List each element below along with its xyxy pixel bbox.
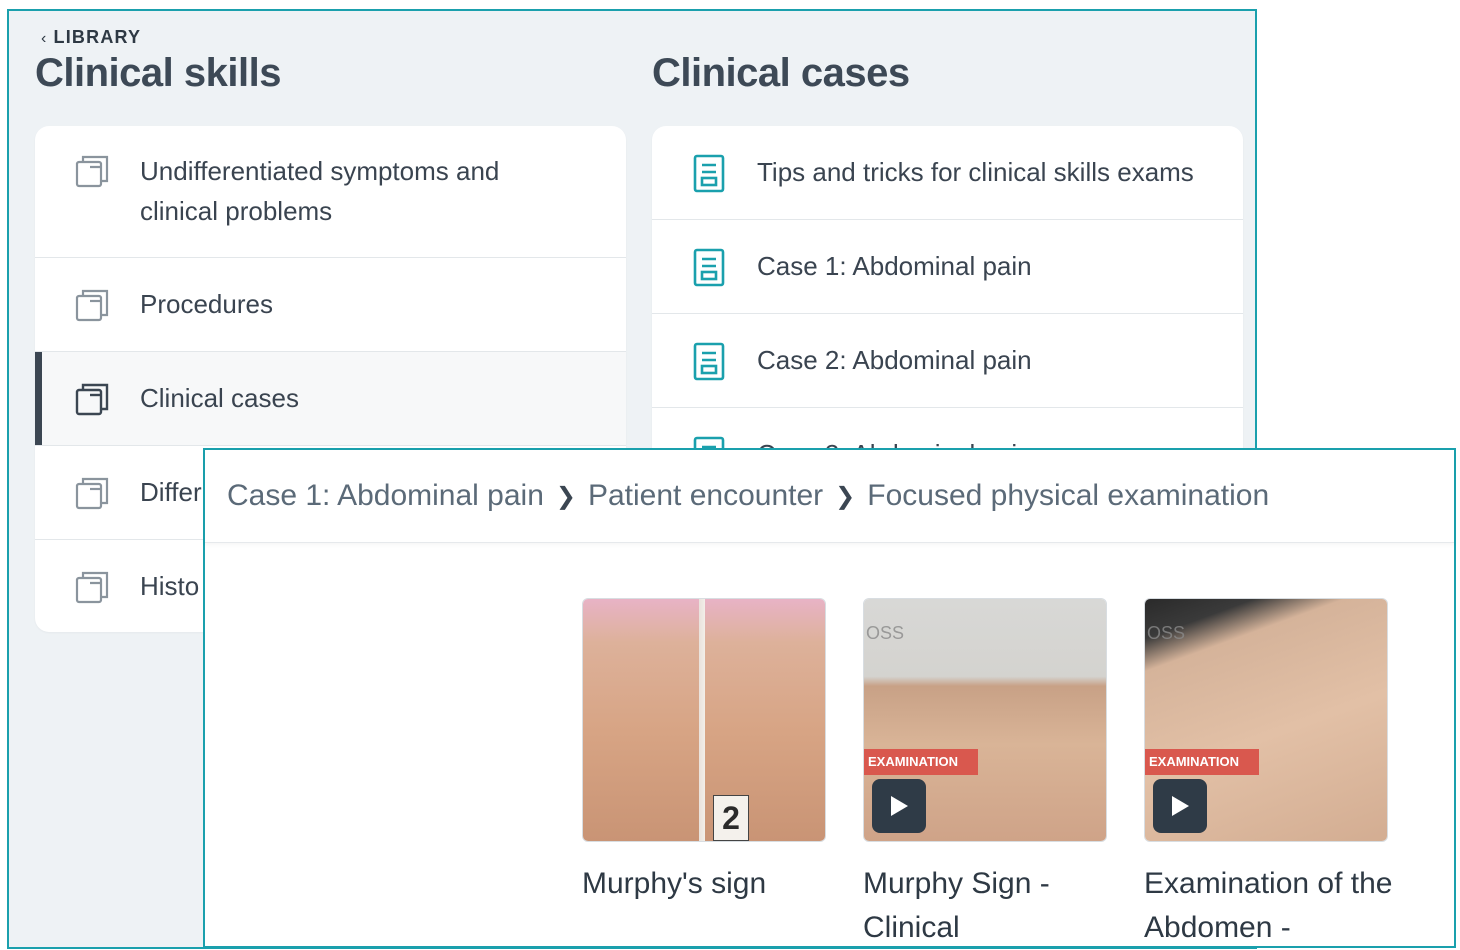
number-badge: 2 bbox=[713, 795, 749, 841]
play-icon[interactable] bbox=[1153, 779, 1207, 833]
chevron-right-icon: ❯ bbox=[835, 482, 856, 510]
media-thumbnail-murphys-sign[interactable]: 2 bbox=[582, 598, 826, 842]
document-icon bbox=[693, 342, 725, 381]
list-item-label: Histo bbox=[140, 571, 200, 601]
breadcrumb: Case 1: Abdominal pain ❯ Patient encount… bbox=[205, 450, 1454, 543]
clinical-skills-title: Clinical skills bbox=[35, 51, 281, 95]
stack-icon bbox=[75, 155, 109, 188]
stack-icon bbox=[75, 383, 109, 416]
video-watermark: OSS bbox=[866, 623, 905, 643]
list-item-label: Tips and tricks for clinical skills exam… bbox=[757, 157, 1194, 187]
media-thumbnail-murphy-sign-clinical[interactable]: OSS EXAMINATION bbox=[863, 598, 1107, 842]
library-back-label: LIBRARY bbox=[53, 27, 142, 47]
media-caption[interactable]: Examination of the Abdomen - bbox=[1144, 862, 1404, 950]
list-item-case-2[interactable]: Case 2: Abdominal pain bbox=[652, 314, 1243, 408]
video-watermark: OSS bbox=[1147, 623, 1186, 643]
examination-tag: EXAMINATION bbox=[1145, 749, 1259, 775]
list-item-label: Differ bbox=[140, 477, 202, 507]
chevron-left-icon: ‹ bbox=[41, 30, 48, 47]
breadcrumb-exam: Focused physical examination bbox=[867, 479, 1270, 512]
clinical-cases-list: Tips and tricks for clinical skills exam… bbox=[652, 126, 1243, 466]
list-item-undifferentiated[interactable]: Undifferentiated symptoms and clinical p… bbox=[35, 126, 626, 258]
clinical-photo bbox=[583, 599, 825, 841]
list-item-label: Case 2: Abdominal pain bbox=[757, 345, 1032, 375]
list-item-label: Procedures bbox=[140, 289, 273, 319]
media-caption[interactable]: Murphy Sign - Clinical bbox=[863, 862, 1123, 950]
library-back-link[interactable]: ‹ LIBRARY bbox=[41, 27, 141, 48]
breadcrumb-encounter[interactable]: Patient encounter bbox=[588, 479, 823, 513]
document-icon bbox=[693, 154, 725, 193]
stack-icon bbox=[75, 289, 109, 322]
list-item-tips[interactable]: Tips and tricks for clinical skills exam… bbox=[652, 126, 1243, 220]
media-caption[interactable]: Murphy's sign bbox=[582, 862, 842, 906]
media-thumbnail-abdomen-exam[interactable]: OSS EXAMINATION bbox=[1144, 598, 1388, 842]
case-detail-window: Case 1: Abdominal pain ❯ Patient encount… bbox=[203, 448, 1456, 948]
play-icon[interactable] bbox=[872, 779, 926, 833]
breadcrumb-case[interactable]: Case 1: Abdominal pain bbox=[227, 479, 544, 513]
list-item-label: Case 1: Abdominal pain bbox=[757, 251, 1032, 281]
stack-icon bbox=[75, 477, 109, 510]
list-item-case-1[interactable]: Case 1: Abdominal pain bbox=[652, 220, 1243, 314]
list-item-clinical-cases[interactable]: Clinical cases bbox=[35, 352, 626, 446]
document-icon bbox=[693, 248, 725, 287]
stack-icon bbox=[75, 571, 109, 604]
chevron-right-icon: ❯ bbox=[555, 482, 576, 510]
clinical-cases-title: Clinical cases bbox=[652, 51, 910, 95]
list-item-label: Undifferentiated symptoms and clinical p… bbox=[140, 156, 500, 226]
list-item-label: Clinical cases bbox=[140, 383, 299, 413]
examination-tag: EXAMINATION bbox=[864, 749, 978, 775]
list-item-procedures[interactable]: Procedures bbox=[35, 258, 626, 352]
